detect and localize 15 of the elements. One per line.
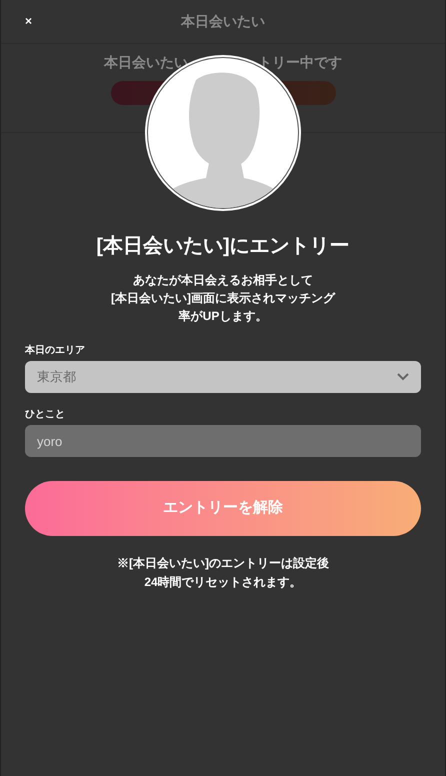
description-line: [本日会いたい]画面に表示されマッチング <box>111 290 335 307</box>
note-line: 24時間でリセットされます。 <box>144 574 302 591</box>
close-button[interactable]: × <box>25 12 32 30</box>
page-title: 本日会いたい <box>181 12 265 31</box>
description-line: 率がUPします。 <box>178 308 268 325</box>
chevron-down-icon <box>397 373 409 381</box>
area-select[interactable]: 東京都 <box>25 361 421 393</box>
entry-status-text: 本日会いたい <box>104 53 188 72</box>
description-line: あなたが本日会えるお相手として <box>133 272 313 289</box>
field-label: ひとこと <box>25 408 66 422</box>
field-label: 本日のエリア <box>25 344 86 358</box>
cancel-entry-button[interactable]: エントリーを解除 <box>25 481 421 536</box>
note-line: ※[本日会いたい]のエントリーは設定後 <box>117 555 329 572</box>
comment-field[interactable]: yoro <box>25 425 421 457</box>
modal-title: [本日会いたい]にエントリー <box>96 234 350 259</box>
